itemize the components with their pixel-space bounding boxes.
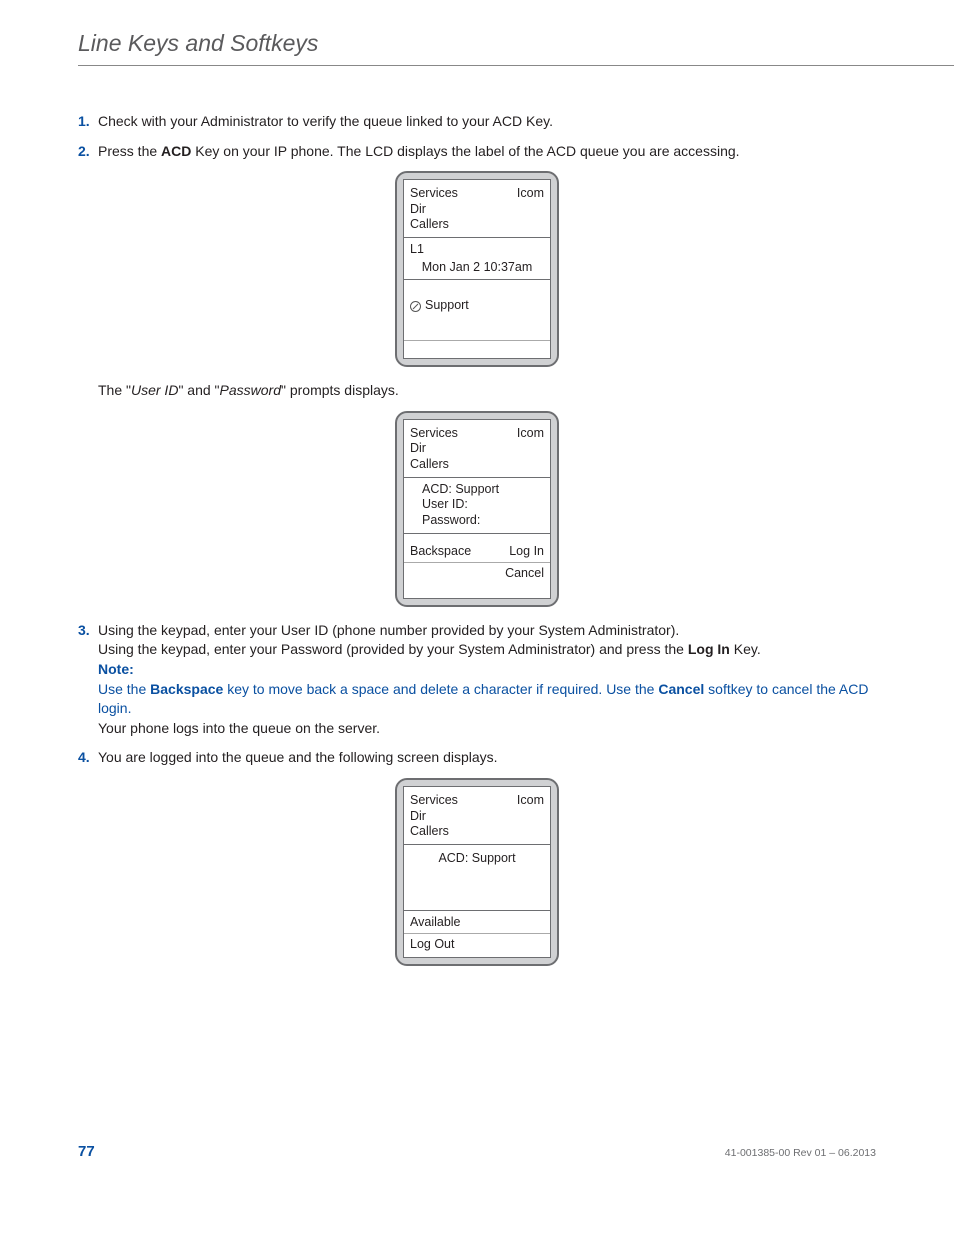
step-3: 3. Using the keypad, enter your User ID … [78,621,876,739]
lcd-services: Services [410,426,458,442]
revision-text: 41-001385-00 Rev 01 – 06.2013 [725,1147,876,1159]
header-title: Line Keys and Softkeys [78,30,318,56]
step-1: 1. Check with your Administrator to veri… [78,112,876,132]
lcd-services: Services [410,186,458,202]
step-4: 4. You are logged into the queue and the… [78,748,876,768]
softkey-logout: Log Out [410,937,544,953]
note-text: Use the Backspace key to move back a spa… [98,680,876,719]
step-text: Check with your Administrator to verify … [98,113,553,129]
lcd-dir: Dir [410,202,544,218]
step-number: 2. [78,142,90,162]
lcd-icom: Icom [517,186,544,202]
login-key-bold: Log In [688,641,730,657]
password-italic: Password [220,382,281,398]
step-number: 1. [78,112,90,132]
lcd-callers: Callers [410,217,544,233]
lcd-icom: Icom [517,426,544,442]
user-id-italic: User ID [131,382,178,398]
lcd-support: Support [425,298,469,312]
note-label: Note: [98,660,876,680]
lcd-callers: Callers [410,457,544,473]
lcd-acd: ACD: Support [410,851,544,867]
step-2: 2. Press the ACD Key on your IP phone. T… [78,142,876,162]
cancel-bold: Cancel [658,681,704,697]
status-icon [410,301,421,312]
lcd-line-1: L1 [410,242,544,258]
lcd-screen-2: Services Icom Dir Callers ACD: Support Us… [395,411,559,607]
lcd-screen-3: Services Icom Dir Callers ACD: Support Av… [395,778,559,966]
backspace-bold: Backspace [150,681,223,697]
lcd-dir: Dir [410,809,544,825]
step-text: You are logged into the queue and the fo… [98,749,498,765]
page-number: 77 [78,1143,95,1160]
acd-key-bold: ACD [161,143,191,159]
page-header: Line Keys and Softkeys [78,30,954,66]
softkey-backspace: Backspace [410,544,471,560]
lcd-screen-1: Services Icom Dir Callers L1 Mon Jan 2 10… [395,171,559,367]
step-number: 4. [78,748,90,768]
softkey-available: Available [410,915,544,931]
lcd-callers: Callers [410,824,544,840]
step-text: Press the ACD Key on your IP phone. The … [98,143,740,159]
lcd-services: Services [410,793,458,809]
page-content: 1. Check with your Administrator to veri… [78,112,876,980]
lcd-time: Mon Jan 2 10:37am [410,260,544,276]
step-3-line3: Your phone logs into the queue on the se… [98,719,876,739]
step-number: 3. [78,621,90,641]
page-footer: 77 41-001385-00 Rev 01 – 06.2013 [78,1143,876,1160]
lcd-user-id: User ID: [410,497,544,513]
step-3-line1: Using the keypad, enter your User ID (ph… [98,621,876,641]
softkey-login: Log In [509,544,544,560]
lcd-acd: ACD: Support [410,482,544,498]
lcd-password: Password: [410,513,544,529]
lcd-icom: Icom [517,793,544,809]
prompt-text: The "User ID" and "Password" prompts dis… [78,381,876,401]
lcd-dir: Dir [410,441,544,457]
softkey-cancel: Cancel [505,566,544,582]
step-3-line2: Using the keypad, enter your Password (p… [98,640,876,660]
